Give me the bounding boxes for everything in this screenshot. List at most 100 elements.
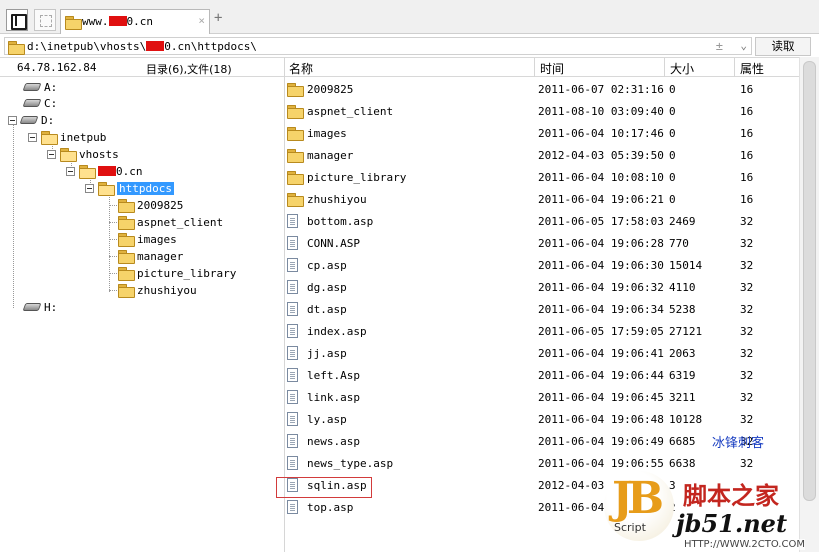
path-input[interactable]: d:\inetpub\vhosts\ 0.cn\httpdocs\ ± ⌄ (4, 37, 752, 55)
file-row[interactable]: link.asp 2011-06-04 19:06:45 3211 32 (285, 387, 799, 409)
file-name-cell: manager (287, 145, 353, 167)
file-time: 2011-06-04 10:17:46 (538, 127, 664, 140)
file-name: dt.asp (307, 303, 347, 316)
file-name: news.asp (307, 435, 360, 448)
tree-folder-vhosts[interactable]: vhosts (47, 147, 119, 163)
file-row[interactable]: ly.asp 2011-06-04 19:06:48 10128 32 (285, 409, 799, 431)
file-icon (287, 456, 298, 470)
read-button[interactable]: 读取 (755, 37, 811, 56)
file-size: 6319 (669, 369, 696, 382)
collapse-icon[interactable] (28, 133, 37, 142)
file-size: 0 (669, 171, 676, 184)
tree-folder-child[interactable]: 2009825 (118, 198, 183, 214)
file-row[interactable]: dt.asp 2011-06-04 19:06:34 5238 32 (285, 299, 799, 321)
column-header-name[interactable]: 名称 (289, 60, 313, 77)
column-divider[interactable] (734, 58, 735, 77)
tree-drive-h[interactable]: H: (22, 300, 57, 316)
file-row[interactable]: jj.asp 2011-06-04 19:06:41 2063 32 (285, 343, 799, 365)
file-icon (287, 258, 298, 272)
file-size: 0 (669, 193, 676, 206)
file-size: 770 (669, 237, 689, 250)
column-header-size[interactable]: 大小 (670, 60, 694, 77)
file-name-cell: news.asp (287, 431, 360, 453)
collapse-icon[interactable] (85, 184, 94, 193)
panel-toggle-button[interactable] (6, 9, 28, 31)
new-tab-button[interactable]: + (214, 10, 222, 26)
scrollbar-thumb[interactable] (803, 61, 816, 501)
tree-folder-child[interactable]: manager (118, 249, 183, 265)
chevron-down-icon[interactable]: ⌄ (740, 39, 747, 52)
column-header-time[interactable]: 时间 (540, 60, 564, 77)
file-icon (287, 390, 298, 404)
file-row[interactable]: news_type.asp 2011-06-04 19:06:55 6638 32 (285, 453, 799, 475)
plus-minus-icon[interactable]: ± (716, 39, 723, 53)
collapse-icon[interactable] (66, 167, 75, 176)
file-row[interactable]: bottom.asp 2011-06-05 17:58:03 2469 32 (285, 211, 799, 233)
folder-icon (287, 127, 304, 141)
folder-open-icon (98, 182, 115, 196)
file-size: 5238 (669, 303, 696, 316)
file-row[interactable]: left.Asp 2011-06-04 19:06:44 6319 32 (285, 365, 799, 387)
file-icon (287, 368, 298, 382)
column-header-attr[interactable]: 属性 (740, 60, 764, 77)
collapse-icon[interactable] (47, 150, 56, 159)
vertical-scrollbar[interactable] (799, 57, 819, 552)
folder-icon (65, 16, 82, 30)
file-name-cell: jj.asp (287, 343, 347, 365)
folder-icon (118, 233, 135, 247)
column-divider[interactable] (664, 58, 665, 77)
tree-drive-c[interactable]: C: (22, 96, 57, 112)
file-time: 2011-06-04 (538, 501, 605, 514)
column-divider[interactable] (534, 58, 535, 77)
file-row[interactable]: images 2011-06-04 10:17:46 0 16 (285, 123, 799, 145)
file-name: left.Asp (307, 369, 360, 382)
folder-icon (287, 149, 304, 163)
file-name-cell: left.Asp (287, 365, 360, 387)
new-window-button[interactable] (34, 9, 56, 31)
tree-folder-child[interactable]: zhushiyou (118, 283, 197, 299)
file-name: picture_library (307, 171, 407, 184)
watermark-site: jb51.net (676, 509, 788, 538)
file-time: 2011-08-10 03:09:40 (538, 105, 664, 118)
close-icon[interactable]: × (198, 14, 205, 27)
file-name-cell: cp.asp (287, 255, 347, 277)
tree-folder-site[interactable]: 0.cn (66, 164, 143, 180)
file-name-cell: link.asp (287, 387, 360, 409)
file-name: images (307, 127, 347, 140)
file-name-cell: CONN.ASP (287, 233, 360, 255)
collapse-icon[interactable] (8, 116, 17, 125)
tree-drive-d[interactable]: D: (8, 113, 54, 129)
file-name: bottom.asp (307, 215, 374, 228)
file-row[interactable]: cp.asp 2011-06-04 19:06:30 15014 32 (285, 255, 799, 277)
file-name-cell: index.asp (287, 321, 367, 343)
tree-folder-httpdocs[interactable]: httpdocs (85, 181, 174, 197)
file-time: 2012-04-03 (538, 479, 605, 492)
file-row[interactable]: dg.asp 2011-06-04 19:06:32 4110 32 (285, 277, 799, 299)
file-name-cell: 2009825 (287, 79, 353, 101)
file-row[interactable]: index.asp 2011-06-05 17:59:05 27121 32 (285, 321, 799, 343)
file-row[interactable]: CONN.ASP 2011-06-04 19:06:28 770 32 (285, 233, 799, 255)
file-row[interactable]: manager 2012-04-03 05:39:50 0 16 (285, 145, 799, 167)
watermark-url: HTTP://WWW.2CTO.COM (684, 539, 805, 550)
file-name: top.asp (307, 501, 354, 514)
tab-active[interactable]: www. 0.cn × (60, 9, 210, 34)
file-row[interactable]: picture_library 2011-06-04 10:08:10 0 16 (285, 167, 799, 189)
tree-folder-child[interactable]: picture_library (118, 266, 236, 282)
file-icon (287, 280, 298, 294)
file-size: 3211 (669, 391, 696, 404)
drive-icon (19, 116, 39, 124)
tree-drive-a[interactable]: A: (22, 80, 57, 96)
file-name: link.asp (307, 391, 360, 404)
file-name: dg.asp (307, 281, 347, 294)
file-row[interactable]: 2009825 2011-06-07 02:31:16 0 16 (285, 79, 799, 101)
file-icon (287, 236, 298, 250)
file-row[interactable]: aspnet_client 2011-08-10 03:09:40 0 16 (285, 101, 799, 123)
file-attr: 32 (740, 325, 754, 338)
tree-folder-child[interactable]: images (118, 232, 177, 248)
drive-icon (22, 99, 42, 107)
file-row[interactable]: zhushiyou 2011-06-04 19:06:21 0 16 (285, 189, 799, 211)
tree-folder-inetpub[interactable]: inetpub (28, 130, 106, 146)
watermark-cn: 脚本之家 (683, 482, 779, 510)
tree-folder-child[interactable]: aspnet_client (118, 215, 223, 231)
file-size: 0 (669, 83, 676, 96)
